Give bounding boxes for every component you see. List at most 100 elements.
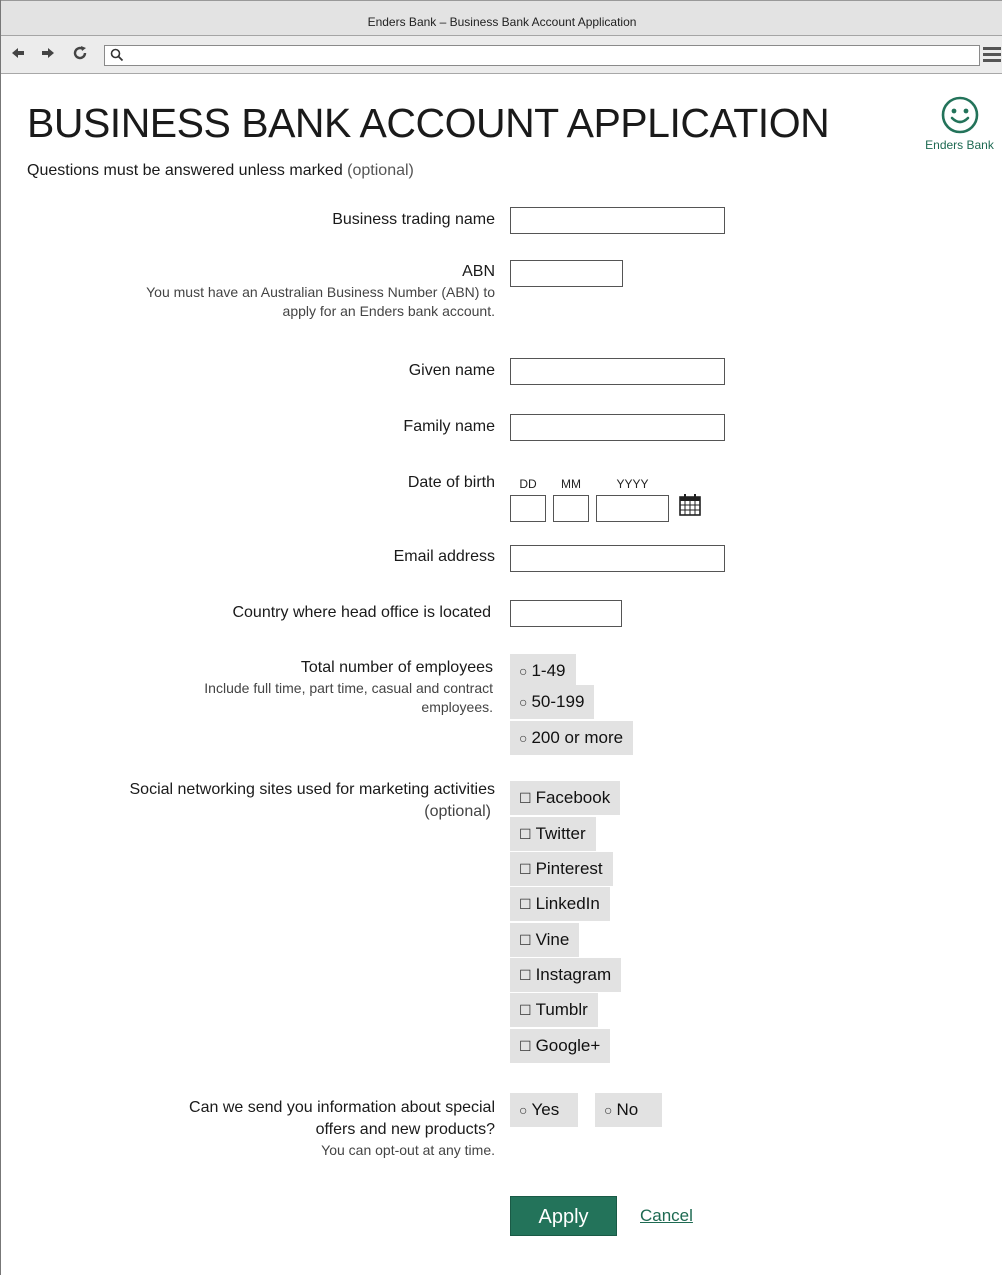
given-name-label-col: Given name bbox=[409, 360, 495, 382]
social-option-label: LinkedIn bbox=[535, 894, 600, 913]
social-label-col: Social networking sites used for marketi… bbox=[130, 779, 496, 823]
employees-option-label: 1-49 bbox=[531, 661, 566, 680]
dob-day-input[interactable] bbox=[510, 495, 546, 522]
dob-year-label: YYYY bbox=[616, 477, 649, 491]
employees-option-1-49[interactable]: ○ 1-49 bbox=[510, 654, 576, 688]
intro-text: Questions must be answered unless marked… bbox=[27, 162, 414, 180]
employees-label-col: Total number of employees Include full t… bbox=[204, 657, 493, 717]
abn-label: ABN bbox=[462, 263, 495, 280]
social-option-label: Instagram bbox=[535, 965, 612, 984]
social-option-tumblr[interactable]: ☐ Tumblr bbox=[510, 993, 598, 1027]
abn-input[interactable] bbox=[510, 260, 623, 287]
employees-hint-1: Include full time, part time, casual and… bbox=[204, 680, 493, 696]
social-option-label: Google+ bbox=[535, 1036, 601, 1055]
radio-icon: ○ bbox=[519, 730, 528, 746]
email-input[interactable] bbox=[510, 545, 725, 572]
checkbox-icon: ☐ bbox=[519, 1038, 532, 1054]
offers-label-1: Can we send you information about specia… bbox=[189, 1099, 495, 1116]
window-title: Enders Bank – Business Bank Account Appl… bbox=[367, 15, 637, 29]
country-input[interactable] bbox=[510, 600, 622, 627]
title-bar: Enders Bank – Business Bank Account Appl… bbox=[1, 0, 1002, 36]
employees-option-label: 50-199 bbox=[531, 692, 585, 711]
offers-label-col: Can we send you information about specia… bbox=[189, 1097, 495, 1160]
back-button[interactable] bbox=[9, 45, 27, 65]
employees-hint-2: employees. bbox=[421, 699, 493, 715]
offers-option-no[interactable]: ○ No bbox=[595, 1093, 662, 1127]
offers-option-label: No bbox=[616, 1100, 639, 1119]
dob-month-label: MM bbox=[561, 477, 581, 491]
social-option-twitter[interactable]: ☐ Twitter bbox=[510, 817, 596, 851]
hamburger-menu-icon[interactable] bbox=[983, 47, 1001, 63]
social-option-label: Pinterest bbox=[535, 859, 603, 878]
checkbox-icon: ☐ bbox=[519, 790, 532, 806]
social-option-label: Vine bbox=[535, 930, 570, 949]
apply-button[interactable]: Apply bbox=[510, 1196, 617, 1236]
brand-name: Enders Bank bbox=[925, 138, 994, 152]
intro-main: Questions must be answered unless marked bbox=[27, 162, 343, 179]
social-option-googleplus[interactable]: ☐ Google+ bbox=[510, 1029, 611, 1063]
family-name-input[interactable] bbox=[510, 414, 725, 441]
url-bar[interactable] bbox=[104, 45, 980, 66]
browser-window: Enders Bank – Business Bank Account Appl… bbox=[0, 0, 1002, 1275]
employees-option-label: 200 or more bbox=[531, 728, 624, 747]
radio-icon: ○ bbox=[519, 1102, 528, 1118]
dob-label-col: Date of birth bbox=[408, 472, 495, 494]
offers-option-label: Yes bbox=[531, 1100, 560, 1119]
reload-button[interactable] bbox=[71, 45, 89, 65]
given-name-input[interactable] bbox=[510, 358, 725, 385]
social-optional: (optional) bbox=[424, 803, 491, 820]
offers-hint: You can opt-out at any time. bbox=[321, 1142, 495, 1158]
browser-toolbar bbox=[1, 36, 1002, 74]
calendar-icon[interactable] bbox=[679, 494, 701, 516]
radio-icon: ○ bbox=[604, 1102, 613, 1118]
trading-name-input[interactable] bbox=[510, 207, 725, 234]
dob-label: Date of birth bbox=[407, 474, 495, 491]
dob-year: YYYY bbox=[596, 477, 669, 522]
arrow-right-icon bbox=[42, 48, 54, 58]
trading-name-label-col: Business trading name bbox=[332, 209, 495, 231]
checkbox-icon: ☐ bbox=[519, 861, 532, 877]
social-option-facebook[interactable]: ☐ Facebook bbox=[510, 781, 621, 815]
radio-icon: ○ bbox=[519, 663, 528, 679]
country-label-col: Country where head office is located bbox=[232, 602, 491, 624]
employees-option-50-199[interactable]: ○ 50-199 bbox=[510, 685, 595, 719]
employees-label: Total number of employees bbox=[300, 659, 493, 676]
intro-optional: (optional) bbox=[347, 162, 414, 179]
brand: Enders Bank bbox=[916, 95, 1002, 152]
arrow-left-icon bbox=[12, 48, 24, 58]
radio-icon: ○ bbox=[519, 694, 528, 710]
checkbox-icon: ☐ bbox=[519, 826, 532, 842]
checkbox-icon: ☐ bbox=[519, 932, 532, 948]
social-label: Social networking sites used for marketi… bbox=[129, 781, 496, 798]
checkbox-icon: ☐ bbox=[519, 896, 532, 912]
country-label: Country where head office is located bbox=[232, 604, 491, 621]
social-option-instagram[interactable]: ☐ Instagram bbox=[510, 958, 622, 992]
social-option-linkedin[interactable]: ☐ LinkedIn bbox=[510, 887, 610, 921]
social-option-label: Facebook bbox=[535, 788, 611, 807]
given-name-label: Given name bbox=[408, 362, 495, 379]
dob-month-input[interactable] bbox=[553, 495, 589, 522]
email-label: Email address bbox=[393, 548, 495, 565]
social-option-pinterest[interactable]: ☐ Pinterest bbox=[510, 852, 613, 886]
cancel-link[interactable]: Cancel bbox=[640, 1206, 693, 1226]
family-name-label-col: Family name bbox=[403, 416, 495, 438]
offers-option-yes[interactable]: ○ Yes bbox=[510, 1093, 578, 1127]
dob-day: DD bbox=[510, 477, 546, 522]
abn-hint-2: apply for an Enders bank account. bbox=[282, 303, 495, 319]
reload-icon bbox=[73, 46, 87, 60]
checkbox-icon: ☐ bbox=[519, 967, 532, 983]
search-icon bbox=[110, 48, 124, 62]
dob-year-input[interactable] bbox=[596, 495, 669, 522]
checkbox-icon: ☐ bbox=[519, 1002, 532, 1018]
email-label-col: Email address bbox=[394, 546, 495, 568]
employees-option-200-plus[interactable]: ○ 200 or more bbox=[510, 721, 634, 755]
smiley-face-icon bbox=[941, 96, 978, 134]
social-option-vine[interactable]: ☐ Vine bbox=[510, 923, 580, 957]
social-option-label: Tumblr bbox=[535, 1000, 588, 1019]
forward-button[interactable] bbox=[39, 45, 57, 65]
page-title: BUSINESS BANK ACCOUNT APPLICATION bbox=[27, 100, 830, 146]
family-name-label: Family name bbox=[403, 418, 495, 435]
dob-day-label: DD bbox=[519, 477, 537, 491]
abn-label-col: ABN You must have an Australian Business… bbox=[146, 261, 495, 321]
social-option-label: Twitter bbox=[535, 824, 586, 843]
